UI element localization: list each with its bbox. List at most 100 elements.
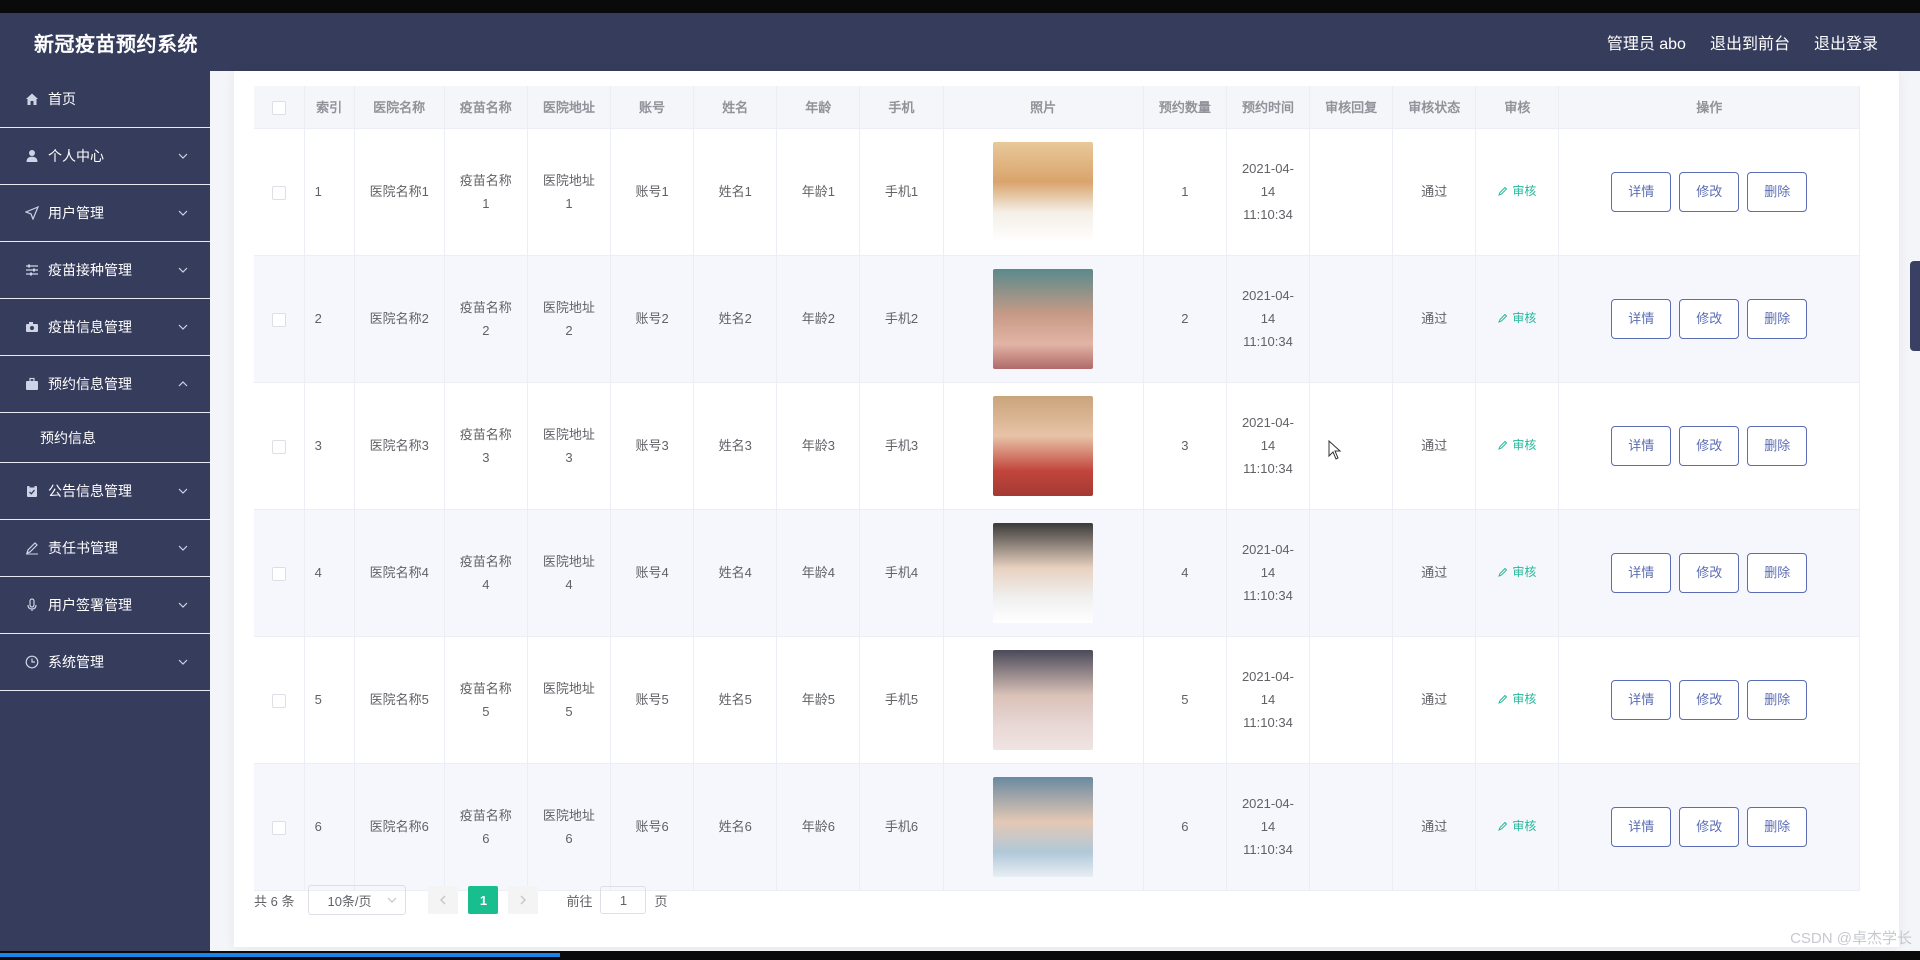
detail-button[interactable]: 详情 xyxy=(1611,552,1672,593)
row-checkbox[interactable] xyxy=(271,566,286,581)
cell-count: 6 xyxy=(1143,763,1227,891)
cell-reply xyxy=(1309,763,1394,891)
column-header: 预约时间 xyxy=(1226,86,1311,129)
sidebar-item-vaccine-info[interactable]: 疫苗信息管理 xyxy=(0,299,210,356)
cell-audit: 审核 xyxy=(1475,128,1560,256)
sliders-icon xyxy=(24,262,40,278)
cell-name: 姓名5 xyxy=(693,636,778,764)
top-frame-bar xyxy=(0,0,1920,13)
sidebar-item-responsibility[interactable]: 责任书管理 xyxy=(0,520,210,577)
main-content: 索引 医院名称 疫苗名称 医院地址 账号 姓名 年龄 手机 照片 预约数量 预约… xyxy=(210,71,1920,951)
edit-button[interactable]: 修改 xyxy=(1679,552,1740,593)
cell-account: 账号3 xyxy=(610,382,695,510)
sidebar-item-home[interactable]: 首页 xyxy=(0,71,210,128)
cell-age: 年龄5 xyxy=(776,636,861,764)
header-actions: 管理员 abo 退出到前台 退出登录 xyxy=(1607,30,1878,54)
edit-button[interactable]: 修改 xyxy=(1679,806,1740,847)
home-icon xyxy=(24,91,40,107)
row-select-cell[interactable] xyxy=(254,255,305,383)
cell-photo xyxy=(943,255,1144,383)
goto-prefix: 前往 xyxy=(566,893,593,909)
sidebar-item-label: 首页 xyxy=(48,91,76,107)
cell-index: 2 xyxy=(304,255,355,383)
sidebar-item-profile[interactable]: 个人中心 xyxy=(0,128,210,185)
audit-button[interactable]: 审核 xyxy=(1498,688,1536,711)
detail-button[interactable]: 详情 xyxy=(1611,806,1672,847)
table-row[interactable]: 5 医院名称5 疫苗名称5 医院地址5 账号5 姓名5 年龄5 手机5 5 2021-04-14 … xyxy=(254,636,1860,764)
delete-button[interactable]: 删除 xyxy=(1747,298,1808,339)
cell-hospital: 医院名称4 xyxy=(354,509,445,637)
edit-icon xyxy=(1498,441,1508,451)
cell-actions: 详情 修改 删除 xyxy=(1558,763,1860,891)
detail-button[interactable]: 详情 xyxy=(1611,171,1672,212)
sidebar-item-label: 责任书管理 xyxy=(48,540,118,556)
delete-button[interactable]: 删除 xyxy=(1747,806,1808,847)
edit-button[interactable]: 修改 xyxy=(1679,298,1740,339)
edit-button[interactable]: 修改 xyxy=(1679,425,1740,466)
table-row[interactable]: 2 医院名称2 疫苗名称2 医院地址2 账号2 姓名2 年龄2 手机2 2 2021-04-14 … xyxy=(254,255,1860,383)
row-checkbox[interactable] xyxy=(271,312,286,327)
sidebar-item-system[interactable]: 系统管理 xyxy=(0,634,210,691)
sidebar-item-user-signing[interactable]: 用户签署管理 xyxy=(0,577,210,634)
edit-button[interactable]: 修改 xyxy=(1679,679,1740,720)
cell-count: 3 xyxy=(1143,382,1227,510)
audit-button[interactable]: 审核 xyxy=(1498,434,1536,457)
select-all-checkbox[interactable] xyxy=(271,100,286,115)
audit-label: 审核 xyxy=(1512,310,1537,325)
column-header: 审核状态 xyxy=(1392,86,1477,129)
cell-photo xyxy=(943,636,1144,764)
edit-button[interactable]: 修改 xyxy=(1679,171,1740,212)
row-checkbox[interactable] xyxy=(271,820,286,835)
avatar xyxy=(993,649,1094,750)
sidebar-item-appointment[interactable]: 预约信息管理 xyxy=(0,356,210,413)
audit-button[interactable]: 审核 xyxy=(1498,561,1536,584)
delete-button[interactable]: 删除 xyxy=(1747,171,1808,212)
send-icon xyxy=(24,205,40,221)
sidebar-item-vaccination[interactable]: 疫苗接种管理 xyxy=(0,242,210,299)
row-checkbox[interactable] xyxy=(271,439,286,454)
next-page-button[interactable] xyxy=(508,886,539,914)
row-checkbox[interactable] xyxy=(271,693,286,708)
detail-button[interactable]: 详情 xyxy=(1611,679,1672,720)
page-size-select[interactable]: 10条/页 xyxy=(308,885,407,915)
admin-user-label[interactable]: 管理员 abo xyxy=(1607,30,1686,54)
audit-button[interactable]: 审核 xyxy=(1498,815,1536,838)
detail-button[interactable]: 详情 xyxy=(1611,298,1672,339)
delete-button[interactable]: 删除 xyxy=(1747,552,1808,593)
prev-page-button[interactable] xyxy=(428,886,459,914)
delete-button[interactable]: 删除 xyxy=(1747,679,1808,720)
row-select-cell[interactable] xyxy=(254,763,305,891)
table-row[interactable]: 3 医院名称3 疫苗名称3 医院地址3 账号3 姓名3 年龄3 手机3 3 2021-04-14 … xyxy=(254,382,1860,510)
sidebar-subitem-appointment-info[interactable]: 预约信息 xyxy=(0,413,210,463)
table-row[interactable]: 6 医院名称6 疫苗名称6 医院地址6 账号6 姓名6 年龄6 手机6 6 2021-04-14 … xyxy=(254,763,1860,891)
row-select-cell[interactable] xyxy=(254,509,305,637)
cell-phone: 手机3 xyxy=(859,382,944,510)
sidebar-item-announcements[interactable]: 公告信息管理 xyxy=(0,463,210,520)
chevron-up-icon xyxy=(178,381,188,387)
logout-link[interactable]: 退出登录 xyxy=(1814,30,1878,54)
go-frontend-link[interactable]: 退出到前台 xyxy=(1710,30,1790,54)
detail-button[interactable]: 详情 xyxy=(1611,425,1672,466)
cell-reply xyxy=(1309,636,1394,764)
table-row[interactable]: 4 医院名称4 疫苗名称4 医院地址4 账号4 姓名4 年龄4 手机4 4 2021-04-14 … xyxy=(254,509,1860,637)
page-1-button[interactable]: 1 xyxy=(468,886,499,914)
cell-address: 医院地址6 xyxy=(527,763,612,891)
avatar xyxy=(993,141,1094,242)
chevron-down-icon xyxy=(178,545,188,551)
sidebar-item-users[interactable]: 用户管理 xyxy=(0,185,210,242)
cell-address: 医院地址5 xyxy=(527,636,612,764)
column-header: 操作 xyxy=(1558,86,1860,129)
table-row[interactable]: 1 医院名称1 疫苗名称1 医院地址1 账号1 姓名1 年龄1 手机1 1 2021-04-14 … xyxy=(254,128,1860,256)
row-select-cell[interactable] xyxy=(254,128,305,256)
delete-button[interactable]: 删除 xyxy=(1747,425,1808,466)
audit-button[interactable]: 审核 xyxy=(1498,180,1536,203)
row-checkbox[interactable] xyxy=(271,185,286,200)
row-select-cell[interactable] xyxy=(254,636,305,764)
row-select-cell[interactable] xyxy=(254,382,305,510)
goto-page-input[interactable]: 1 xyxy=(600,886,647,914)
cell-audit: 审核 xyxy=(1475,509,1560,637)
select-all-cell[interactable] xyxy=(254,86,305,129)
cell-phone: 手机6 xyxy=(859,763,944,891)
page-scrollbar[interactable] xyxy=(1910,261,1920,351)
audit-button[interactable]: 审核 xyxy=(1498,307,1536,330)
